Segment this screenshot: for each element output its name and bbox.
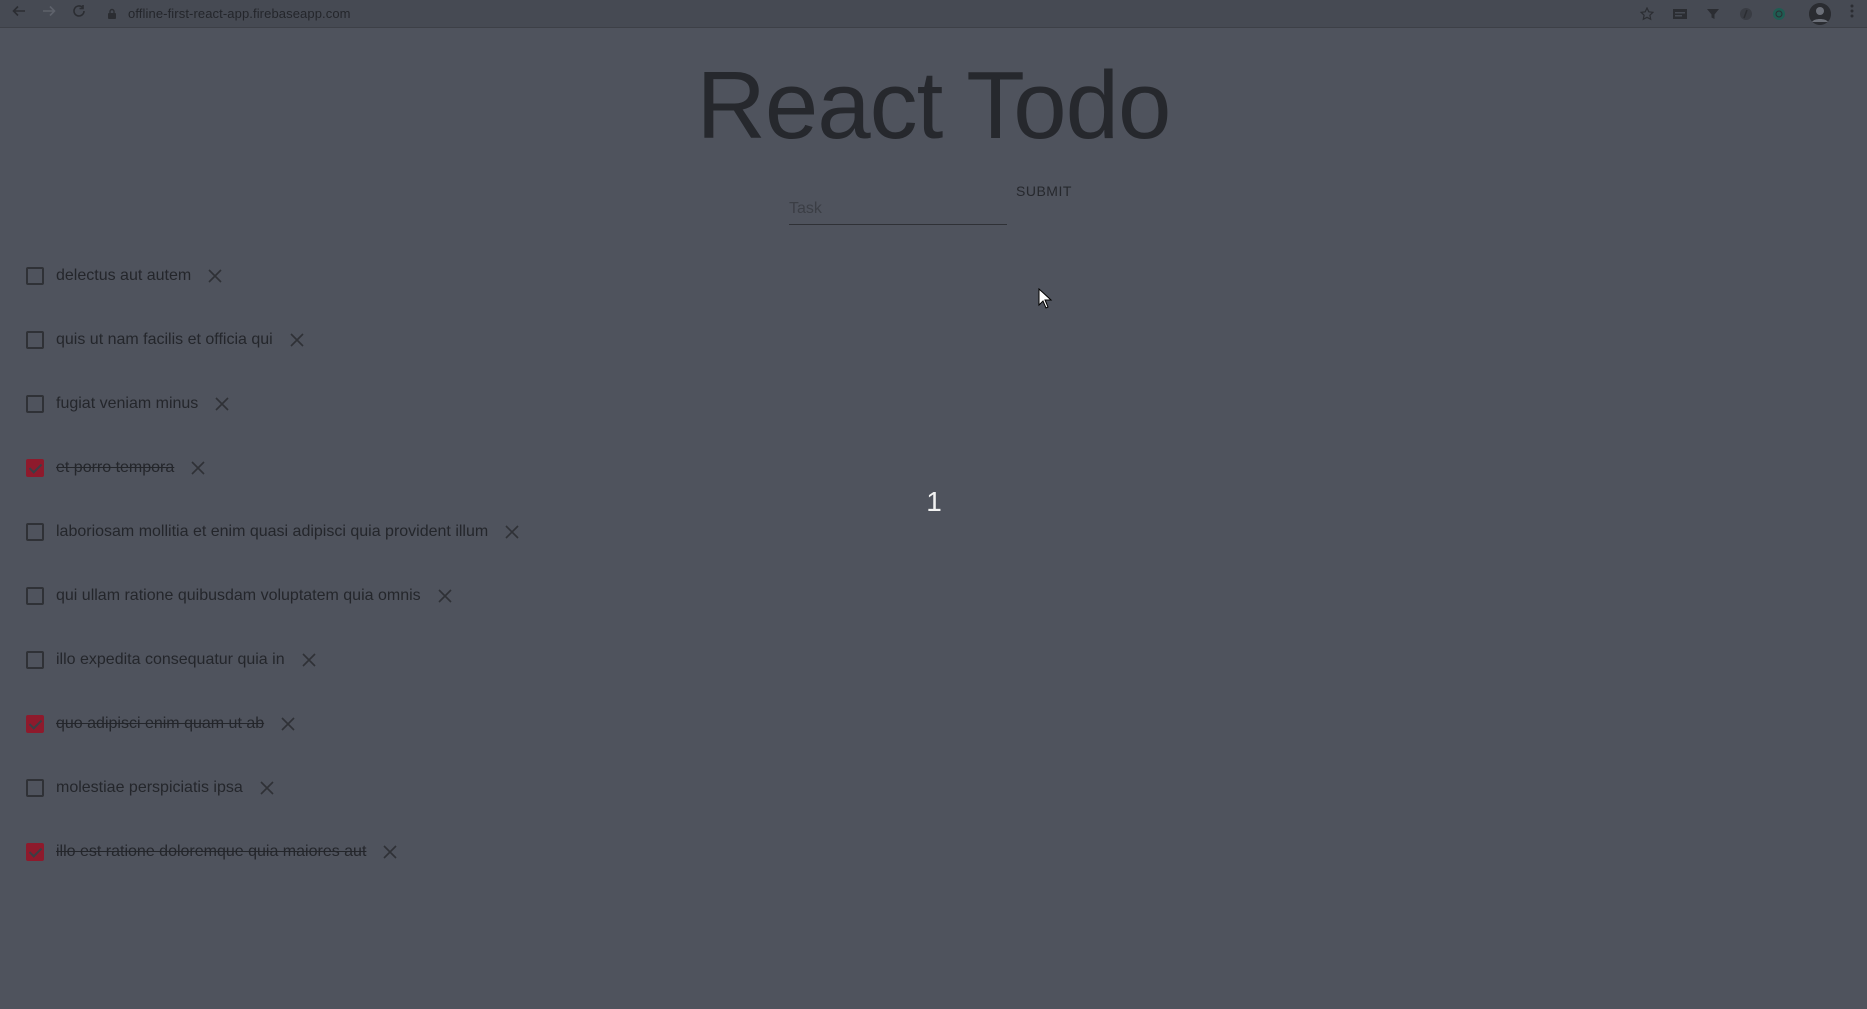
todo-text: qui ullam ratione quibusdam voluptatem q… bbox=[56, 587, 421, 604]
extension-button[interactable] bbox=[1703, 4, 1723, 24]
toolbar-actions bbox=[1624, 0, 1867, 28]
extension-button[interactable] bbox=[1736, 4, 1756, 24]
todo-checkbox[interactable] bbox=[26, 267, 44, 285]
todo-item: laboriosam mollitia et enim quasi adipis… bbox=[26, 500, 520, 564]
globe-icon bbox=[1773, 8, 1785, 20]
star-icon bbox=[1640, 7, 1654, 21]
close-icon[interactable] bbox=[207, 268, 223, 284]
bookmark-button[interactable] bbox=[1637, 4, 1657, 24]
page-title: React Todo bbox=[696, 52, 1172, 159]
close-icon[interactable] bbox=[382, 844, 398, 860]
arrow-left-icon bbox=[12, 5, 25, 16]
forward-button[interactable] bbox=[38, 3, 60, 25]
todo-text: quo adipisci enim quam ut ab bbox=[56, 715, 265, 732]
profile-icon bbox=[1809, 3, 1831, 25]
filter-icon bbox=[1707, 9, 1719, 19]
todo-text: laboriosam mollitia et enim quasi adipis… bbox=[56, 523, 489, 540]
extension-button[interactable] bbox=[1769, 4, 1789, 24]
todo-item: quis ut nam facilis et officia qui bbox=[26, 308, 520, 372]
todo-text: illo expedita consequatur quia in bbox=[56, 651, 285, 668]
todo-checkbox[interactable] bbox=[26, 651, 44, 669]
avatar[interactable] bbox=[1809, 3, 1831, 25]
todo-text: delectus aut autem bbox=[56, 267, 192, 284]
todo-text: et porro tempora bbox=[56, 459, 175, 476]
arrow-right-icon bbox=[43, 5, 56, 16]
submit-button[interactable]: SUBMIT bbox=[1006, 178, 1082, 204]
todo-item: delectus aut autem bbox=[26, 244, 520, 308]
back-button[interactable] bbox=[8, 3, 30, 25]
todo-checkbox[interactable] bbox=[26, 715, 44, 733]
reload-icon bbox=[73, 4, 85, 17]
todo-item: fugiat veniam minus bbox=[26, 372, 520, 436]
todo-item: quo adipisci enim quam ut ab bbox=[26, 692, 520, 756]
todo-text: quis ut nam facilis et officia qui bbox=[56, 331, 273, 348]
browser-toolbar: offline-first-react-app.firebaseapp.com bbox=[0, 0, 1867, 28]
todo-counter: 1 bbox=[926, 486, 942, 517]
todo-item: illo expedita consequatur quia in bbox=[26, 628, 520, 692]
address-bar[interactable]: offline-first-react-app.firebaseapp.com bbox=[106, 4, 351, 24]
todo-checkbox[interactable] bbox=[26, 843, 44, 861]
todo-text: fugiat veniam minus bbox=[56, 395, 199, 412]
close-icon[interactable] bbox=[437, 588, 453, 604]
todo-item: molestiae perspiciatis ipsa bbox=[26, 756, 520, 820]
todo-text: illo est ratione doloremque quia maiores… bbox=[56, 843, 367, 860]
todo-checkbox[interactable] bbox=[26, 331, 44, 349]
mouse-cursor-icon bbox=[1038, 288, 1053, 309]
todo-item: et porro tempora bbox=[26, 436, 520, 500]
close-icon[interactable] bbox=[190, 460, 206, 476]
reload-button[interactable] bbox=[68, 3, 90, 25]
task-input[interactable] bbox=[789, 190, 1007, 225]
close-icon[interactable] bbox=[259, 780, 275, 796]
todo-checkbox[interactable] bbox=[26, 395, 44, 413]
close-icon[interactable] bbox=[280, 716, 296, 732]
more-vertical-icon bbox=[1850, 4, 1854, 18]
url-text: offline-first-react-app.firebaseapp.com bbox=[128, 6, 351, 21]
todo-text: molestiae perspiciatis ipsa bbox=[56, 779, 243, 796]
todo-item: qui ullam ratione quibusdam voluptatem q… bbox=[26, 564, 520, 628]
todo-item: illo est ratione doloremque quia maiores… bbox=[26, 820, 520, 884]
todo-list: delectus aut autem quis ut nam facilis et… bbox=[26, 244, 520, 884]
todo-checkbox[interactable] bbox=[26, 587, 44, 605]
todo-checkbox[interactable] bbox=[26, 459, 44, 477]
close-icon[interactable] bbox=[301, 652, 317, 668]
close-icon[interactable] bbox=[289, 332, 305, 348]
close-icon[interactable] bbox=[504, 524, 520, 540]
close-icon[interactable] bbox=[214, 396, 230, 412]
browser-menu-button[interactable] bbox=[1843, 4, 1861, 24]
extension-button[interactable] bbox=[1670, 4, 1690, 24]
todo-checkbox[interactable] bbox=[26, 779, 44, 797]
circle-extension-icon bbox=[1740, 8, 1752, 20]
todo-checkbox[interactable] bbox=[26, 523, 44, 541]
extension-icon bbox=[1673, 9, 1687, 19]
lock-icon bbox=[108, 8, 116, 19]
